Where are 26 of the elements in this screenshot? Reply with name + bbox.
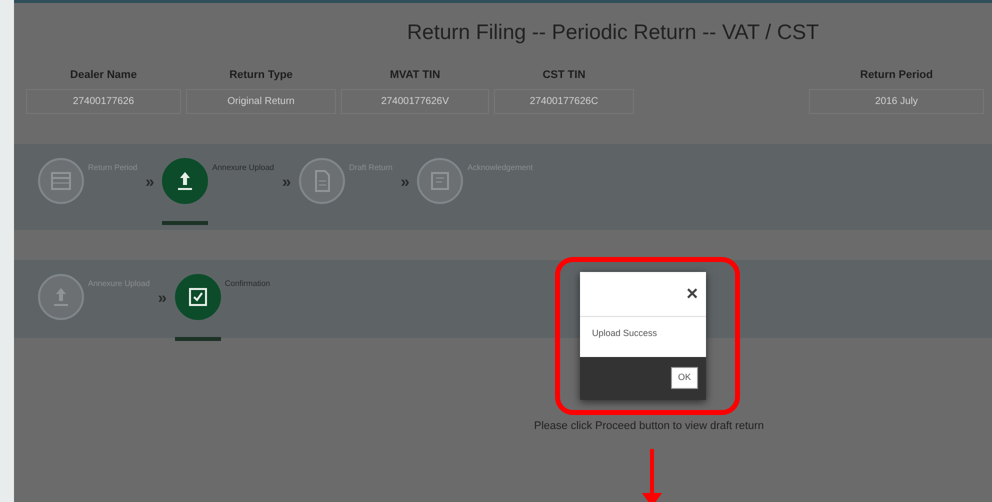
field-value: 2016 July bbox=[809, 89, 984, 114]
step-label: Confirmation bbox=[224, 278, 270, 290]
active-step-underline bbox=[162, 221, 208, 225]
step-label: Annexure Upload bbox=[212, 162, 274, 174]
active-step-underline bbox=[174, 337, 221, 341]
field-label: Return Period bbox=[859, 68, 934, 82]
step-separator: » bbox=[400, 173, 410, 193]
field-value: 27400177626V bbox=[341, 89, 489, 114]
field-value: 27400177626C bbox=[494, 89, 634, 114]
ok-button[interactable]: OK bbox=[670, 367, 698, 389]
step-separator: » bbox=[282, 173, 291, 193]
step-button[interactable] bbox=[162, 158, 208, 204]
field-label: Return Type bbox=[228, 68, 294, 82]
field-value: 27400177626 bbox=[26, 89, 181, 114]
field-value: Original Return bbox=[186, 89, 336, 114]
close-button[interactable]: × bbox=[686, 284, 698, 304]
instruction-text: Please click Proceed button to view draft return bbox=[534, 419, 765, 434]
step-separator: » bbox=[158, 289, 167, 309]
field-label: Dealer Name bbox=[69, 68, 138, 82]
step-button[interactable] bbox=[174, 274, 221, 320]
dialog-message: Upload Success bbox=[580, 317, 706, 356]
field-label: MVAT TIN bbox=[388, 68, 442, 82]
arrow bbox=[640, 449, 664, 502]
page-title: Return Filing -- Periodic Return -- VAT / CST bbox=[406, 20, 820, 46]
step-separator: » bbox=[145, 173, 154, 193]
field-label: CST TIN bbox=[542, 68, 586, 82]
